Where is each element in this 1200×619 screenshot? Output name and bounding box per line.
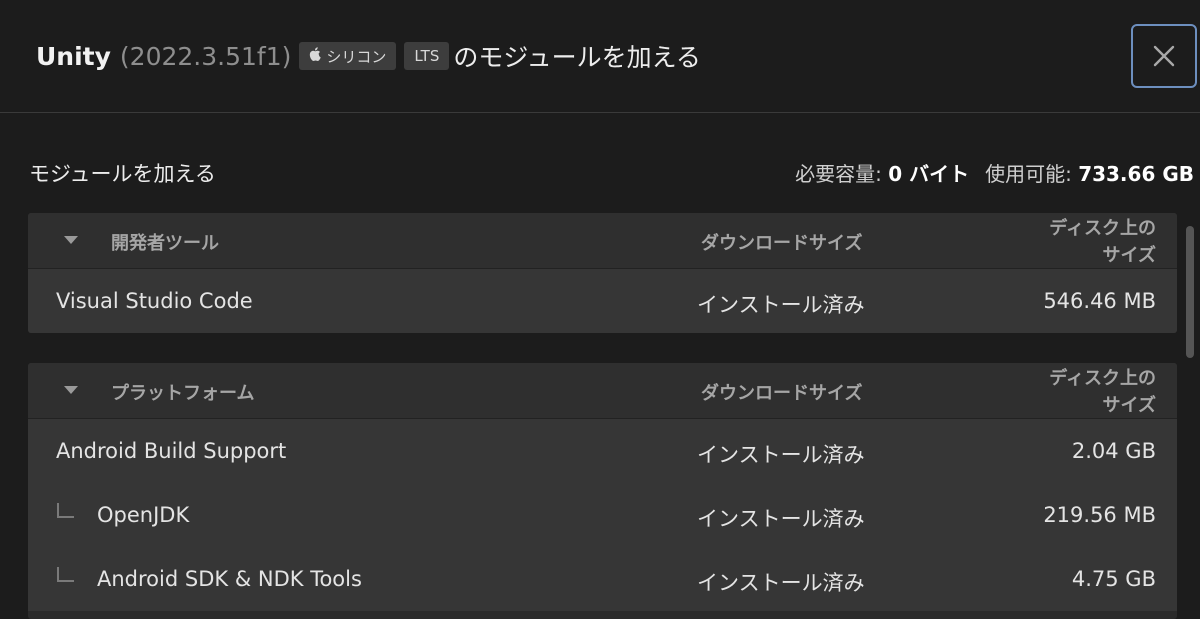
column-disk-size-line2: サイズ — [1102, 395, 1156, 416]
required-value: 0 バイト — [888, 162, 970, 186]
required-label: 必要容量: — [795, 162, 882, 186]
group-platforms: プラットフォーム ダウンロードサイズ ディスク上の サイズ Android Bu… — [28, 363, 1177, 619]
group-header: 開発者ツール ダウンロードサイズ ディスク上の サイズ — [28, 213, 1177, 269]
silicon-badge: シリコン — [299, 42, 397, 70]
module-size: 219.56 MB — [1043, 503, 1156, 527]
module-row-child[interactable]: Android SDK & NDK Tools インストール済み 4.75 GB — [28, 547, 1177, 611]
tree-branch-icon — [57, 567, 74, 582]
module-status: インストール済み — [697, 293, 865, 317]
dialog-header: Unity (2022.3.51f1) シリコン LTS のモジュールを加える — [0, 0, 1200, 113]
group-header: プラットフォーム ダウンロードサイズ ディスク上の サイズ — [28, 363, 1177, 419]
module-size: 2.04 GB — [1071, 439, 1156, 463]
module-name: Visual Studio Code — [56, 289, 253, 313]
app-name: Unity — [36, 41, 111, 71]
close-button[interactable] — [1131, 24, 1197, 88]
module-status: インストール済み — [697, 507, 865, 531]
lts-badge: LTS — [404, 42, 450, 70]
close-icon — [1153, 45, 1175, 67]
module-row[interactable]: Android Build Support インストール済み 2.04 GB — [28, 419, 1177, 483]
module-status: インストール済み — [697, 443, 865, 467]
module-row-child[interactable]: OpenJDK インストール済み 219.56 MB — [28, 483, 1177, 547]
available-value: 733.66 GB — [1078, 162, 1194, 186]
column-disk-size: ディスク上の サイズ — [1016, 365, 1156, 419]
version-label: (2022.3.51f1) — [119, 41, 292, 71]
module-name: OpenJDK — [97, 503, 190, 527]
silicon-badge-label: シリコン — [326, 47, 387, 66]
tree-branch-icon — [57, 503, 74, 518]
module-name: Android Build Support — [56, 439, 287, 463]
column-disk-size-line1: ディスク上の — [1049, 218, 1156, 239]
column-download-size: ダウンロードサイズ — [701, 383, 863, 404]
title-suffix: のモジュールを加える — [453, 43, 701, 72]
available-label: 使用可能: — [985, 162, 1072, 186]
column-disk-size-line2: サイズ — [1102, 245, 1156, 266]
module-status: インストール済み — [697, 571, 865, 595]
dialog-title: Unity (2022.3.51f1) シリコン LTS のモジュールを加える — [36, 38, 701, 74]
group-name: プラットフォーム — [111, 383, 255, 404]
collapse-caret-icon[interactable] — [64, 386, 78, 394]
collapse-caret-icon[interactable] — [64, 236, 78, 244]
module-size: 4.75 GB — [1071, 567, 1156, 591]
group-developer-tools: 開発者ツール ダウンロードサイズ ディスク上の サイズ Visual Studi… — [28, 213, 1177, 333]
module-size: 546.46 MB — [1043, 289, 1156, 313]
capacity-info: 必要容量: 0 バイト 使用可能: 733.66 GB — [795, 158, 1194, 187]
scrollbar[interactable] — [1186, 226, 1194, 358]
module-row[interactable]: Visual Studio Code インストール済み 546.46 MB — [28, 269, 1177, 333]
column-disk-size: ディスク上の サイズ — [1016, 215, 1156, 269]
column-disk-size-line1: ディスク上の — [1049, 368, 1156, 389]
apple-icon — [309, 47, 322, 65]
group-name: 開発者ツール — [111, 233, 219, 254]
column-download-size: ダウンロードサイズ — [701, 233, 863, 254]
module-name: Android SDK & NDK Tools — [97, 567, 362, 591]
modules-section-title: モジュールを加える — [29, 162, 216, 186]
